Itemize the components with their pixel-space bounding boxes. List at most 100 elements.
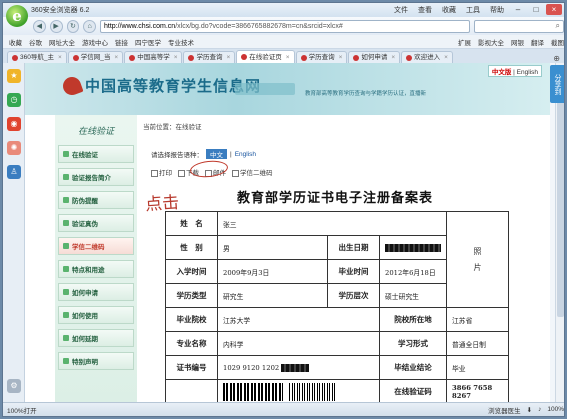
page-scrollbar[interactable] <box>555 63 564 404</box>
back-icon[interactable]: ◀ <box>33 19 46 33</box>
menu-view[interactable]: 查看 <box>418 5 432 15</box>
lang-en[interactable]: English <box>517 69 538 76</box>
zoom-level[interactable]: 100% <box>547 406 564 413</box>
game-icon[interactable]: ✺ <box>7 141 21 155</box>
download-status-icon[interactable]: ⬇ <box>527 406 532 414</box>
bookmark-item[interactable]: 链接 <box>115 37 128 47</box>
table-row: 毕业院校 江苏大学 院校所在地 江苏省 <box>165 307 509 332</box>
minimize-icon[interactable]: – <box>510 4 526 15</box>
toolbar-extensions[interactable]: 扩展 <box>458 37 471 47</box>
bookmark-item[interactable]: 网址大全 <box>49 37 75 47</box>
side-menu-item[interactable]: 特点和用途 <box>58 260 134 278</box>
home-icon[interactable]: ⌂ <box>83 19 96 33</box>
tab-close-icon[interactable]: × <box>174 52 178 63</box>
maximize-icon[interactable]: □ <box>528 4 544 15</box>
side-menu-item[interactable]: 特别声明 <box>58 352 134 370</box>
tab-close-icon[interactable]: × <box>444 52 448 63</box>
report-lang-sep: | <box>230 150 232 158</box>
refresh-icon[interactable]: ↻ <box>66 19 80 33</box>
bookmark-item[interactable]: 专业技术 <box>168 37 194 47</box>
toolbar-translate[interactable]: 翻译 <box>531 37 544 47</box>
name-value: 张三 <box>217 211 447 236</box>
title-bar: 360安全浏览器 6.2 文件 查看 收藏 工具 帮助 – □ × <box>3 3 564 17</box>
scrollbar-thumb[interactable] <box>557 77 564 317</box>
clock-icon[interactable]: ◷ <box>7 93 21 107</box>
side-menu-item[interactable]: 在线验证 <box>58 145 134 163</box>
qr-button[interactable]: 学信二维码 <box>232 167 273 177</box>
document-title: 教育部学历证书电子注册备案表 <box>237 191 434 206</box>
bullet-icon <box>63 151 69 157</box>
browser-tab[interactable]: 学历查询 × <box>183 51 236 63</box>
breadcrumb: 当前位置：在线验证 <box>143 124 202 131</box>
share-button[interactable]: 分享到 <box>550 65 564 103</box>
tab-menu-icon[interactable]: ⊕ <box>549 54 564 63</box>
settings-icon[interactable]: ⚙ <box>7 379 21 393</box>
browser-tab[interactable]: 如何申请 × <box>348 51 401 63</box>
browser-tab[interactable]: 在线验证页 × <box>236 50 295 63</box>
browser-tab[interactable]: 360导航_主 × <box>7 51 67 63</box>
menu-file[interactable]: 文件 <box>394 5 408 15</box>
print-button[interactable]: 打印 <box>151 167 172 177</box>
side-menu-item[interactable]: 如何申请 <box>58 283 134 301</box>
browser-tab[interactable]: 学信网_当 × <box>67 51 124 63</box>
tab-favicon-icon <box>72 54 79 61</box>
table-row: 在线验证码 3866 7658 8267 <box>165 379 509 404</box>
side-menu-item[interactable]: 如何延期 <box>58 329 134 347</box>
tab-close-icon[interactable]: × <box>339 52 343 63</box>
browser-tab[interactable]: 中国高等学 × <box>124 51 183 63</box>
toolbar-bank[interactable]: 网银 <box>511 37 524 47</box>
side-menu-label: 如何使用 <box>72 313 98 320</box>
forward-icon[interactable]: ▶ <box>49 19 63 33</box>
site-logo[interactable]: 中国高等教育学生信息网 <box>60 73 261 98</box>
toolbar-screenshot[interactable]: 截图 <box>551 37 564 47</box>
side-menu-item[interactable]: 学信二维码 <box>58 237 134 255</box>
side-menu-item[interactable]: 验证真伪 <box>58 214 134 232</box>
tab-close-icon[interactable]: × <box>391 52 395 63</box>
tab-close-icon[interactable]: × <box>286 52 290 63</box>
report-lang-en[interactable]: English <box>235 151 256 158</box>
side-menu-label: 防伪提醒 <box>72 198 98 205</box>
browser-tab[interactable]: 欢迎进入 × <box>401 51 453 63</box>
site-lang-switch[interactable]: 中文版 | English <box>487 65 542 77</box>
lang-cn[interactable]: 中文版 <box>492 69 512 76</box>
volume-icon[interactable]: ♪ <box>538 406 541 413</box>
side-menu-item[interactable]: 如何使用 <box>58 306 134 324</box>
menu-bar: 文件 查看 收藏 工具 帮助 <box>394 5 504 15</box>
menu-help[interactable]: 帮助 <box>490 5 504 15</box>
favorites-star-icon[interactable]: ★ <box>7 69 21 83</box>
bookmark-item[interactable]: 四宁医学 <box>135 37 161 47</box>
side-menu-item[interactable]: 验证报告简介 <box>58 168 134 186</box>
contacts-icon[interactable]: ♙ <box>7 165 21 179</box>
url-input[interactable]: http://www.chsi.com.cn/xlcx/bg.do?vcode=… <box>100 19 470 33</box>
search-icon[interactable]: ⌕ <box>556 21 560 31</box>
report-lang-zh[interactable]: 中文 <box>206 149 227 159</box>
window-controls: – □ × <box>510 4 562 15</box>
toolbar-video[interactable]: 影视大全 <box>478 37 504 47</box>
side-menu-label: 在线验证 <box>72 152 98 159</box>
grad-value: 2012年6月18日 <box>379 259 447 284</box>
type-label: 学历类型 <box>165 283 218 308</box>
gender-value: 男 <box>217 235 328 260</box>
banner-note: 教育部高等教育学历查询与学籍学历认证，直播新 <box>305 91 427 97</box>
tab-close-icon[interactable]: × <box>114 52 118 63</box>
name-label: 姓 名 <box>165 211 218 236</box>
download-icon <box>178 169 185 177</box>
bookmark-item[interactable]: 谷歌 <box>29 37 42 47</box>
registration-table: 姓 名 张三 照 片 性 别 男 出生日期 入学时间 2009年9月3日 毕业时… <box>165 211 509 404</box>
qr-icon <box>232 169 239 177</box>
browser-doctor-button[interactable]: 浏览器医生 <box>488 405 521 415</box>
cert-number-label: 证书编号 <box>165 355 218 380</box>
tab-close-icon[interactable]: × <box>226 52 230 63</box>
search-input[interactable]: ⌕ <box>474 19 564 33</box>
result-value: 毕业 <box>446 355 509 380</box>
bookmark-item[interactable]: 收藏 <box>9 37 22 47</box>
enroll-value: 2009年9月3日 <box>217 259 328 284</box>
browser-tab[interactable]: 学历查询 × <box>295 51 348 63</box>
close-icon[interactable]: × <box>546 4 562 15</box>
tab-close-icon[interactable]: × <box>58 52 62 63</box>
menu-favorites[interactable]: 收藏 <box>442 5 456 15</box>
weibo-icon[interactable]: ◉ <box>7 117 21 131</box>
bookmark-item[interactable]: 游戏中心 <box>82 37 108 47</box>
side-menu-item[interactable]: 防伪提醒 <box>58 191 134 209</box>
menu-tools[interactable]: 工具 <box>466 5 480 15</box>
